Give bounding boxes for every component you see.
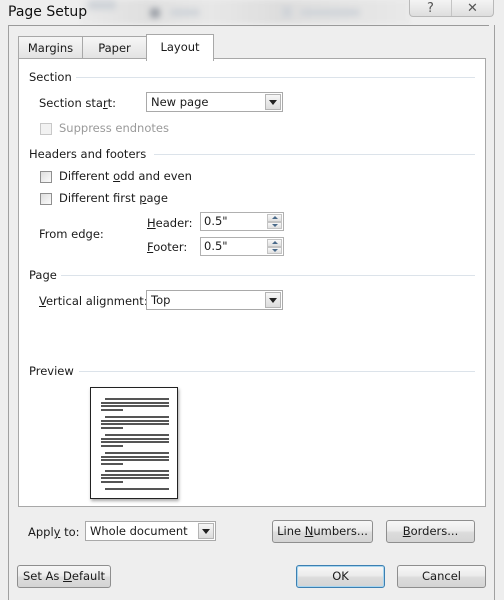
preview-text-line [101,401,169,404]
footer-distance-stepper[interactable]: 0.5" [200,237,284,256]
preview-text-line [105,452,169,454]
headers-footers-divider [154,154,475,155]
different-first-page-checkbox[interactable] [40,193,52,205]
arrow-down-icon [271,248,278,252]
chevron-down-icon [269,297,277,303]
footer-distance-value: 0.5" [204,239,228,253]
borders-button[interactable]: Borders... [386,520,475,543]
dialog-frame-left [8,25,9,600]
page-heading: Page [29,268,57,282]
close-icon: ✕ [467,0,478,16]
header-distance-value: 0.5" [204,214,228,228]
window-title: Page Setup [8,4,88,20]
section-start-label: Section start: [39,96,117,110]
different-odd-even-checkbox[interactable] [40,171,52,183]
background-ribbon [80,0,410,24]
preview-text-line [101,405,169,408]
section-divider [76,77,475,78]
close-button[interactable]: ✕ [451,0,493,16]
apply-to-select[interactable]: Whole document [85,521,216,541]
preview-divider [79,371,475,372]
vertical-alignment-label: Vertical alignment: [39,294,148,308]
apply-to-value: Whole document [90,524,188,538]
layout-panel: Section Section start: New page Suppress… [18,58,486,507]
suppress-endnotes-label: Suppress endnotes [59,121,169,135]
page-divider [61,275,475,276]
preview-text-line [101,437,169,440]
header-decrement-button[interactable] [267,221,282,229]
dropdown-button[interactable] [265,292,281,308]
preview-text-line [101,423,169,426]
tab-paper[interactable]: Paper [82,36,147,59]
footer-decrement-button[interactable] [267,246,282,254]
title-bar-controls: ? ✕ [409,0,494,17]
footer-increment-button[interactable] [267,239,282,247]
dialog-frame [8,25,489,26]
header-increment-button[interactable] [267,214,282,222]
help-button[interactable]: ? [410,0,451,16]
preview-text-line [105,398,169,400]
preview-text-line [105,416,169,418]
preview-text-line [101,462,123,465]
page-preview [90,387,178,499]
preview-text-line [101,441,169,444]
arrow-up-icon [271,241,278,245]
set-as-default-button[interactable]: Set As Default [17,565,111,588]
help-icon: ? [427,0,434,16]
tab-margins[interactable]: Margins [18,36,83,59]
preview-text-line [101,459,169,462]
section-heading: Section [29,70,72,84]
preview-text-line [101,419,169,422]
section-start-select[interactable]: New page [146,92,283,112]
dialog-frame-right [494,25,495,600]
headers-footers-heading: Headers and footers [29,147,147,161]
from-edge-label: From edge: [39,227,104,241]
vertical-alignment-value: Top [151,293,171,307]
preview-text-line [101,473,169,476]
different-first-page-label: Different first page [59,191,168,205]
vertical-alignment-select[interactable]: Top [146,290,283,310]
suppress-endnotes-checkbox[interactable] [40,123,52,135]
header-label: Header: [147,216,193,230]
preview-text-line [101,455,169,458]
preview-text-line [105,470,169,472]
dropdown-button[interactable] [198,523,214,539]
different-odd-even-label: Different odd and even [59,169,192,183]
preview-heading: Preview [29,364,74,378]
cancel-button[interactable]: Cancel [397,565,486,588]
section-start-value: New page [151,95,209,109]
preview-text-line [101,426,123,429]
preview-text-line [101,408,123,411]
arrow-up-icon [271,216,278,220]
tab-layout[interactable]: Layout [146,34,214,61]
apply-to-label: Apply to: [28,525,80,539]
header-distance-stepper[interactable]: 0.5" [200,212,284,231]
preview-text-line [101,480,123,483]
preview-text-line [105,488,169,490]
footer-label: Footer: [147,240,188,254]
chevron-down-icon [269,99,277,105]
dropdown-button[interactable] [265,94,281,110]
ok-button[interactable]: OK [296,565,385,588]
preview-text-line [101,444,123,447]
preview-text-line [101,477,169,480]
preview-text-line [105,434,169,436]
arrow-down-icon [271,223,278,227]
chevron-down-icon [202,528,210,534]
line-numbers-button[interactable]: Line Numbers... [272,520,373,543]
